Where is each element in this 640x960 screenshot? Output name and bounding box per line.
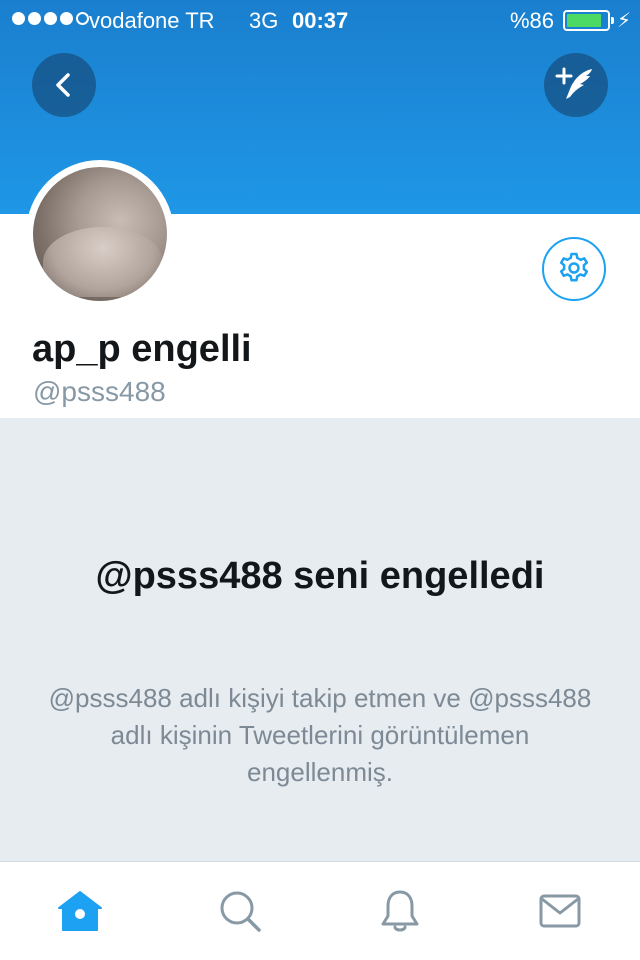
tab-home[interactable] xyxy=(55,886,105,936)
compose-tweet-button[interactable] xyxy=(544,53,608,117)
network-type: 3G xyxy=(249,8,279,33)
compose-tweet-icon xyxy=(555,67,592,99)
settings-button[interactable] xyxy=(542,237,606,301)
battery-icon xyxy=(563,10,610,31)
battery-tip xyxy=(611,17,614,24)
tab-search[interactable] xyxy=(215,886,265,936)
bell-icon xyxy=(381,890,419,932)
status-bar: vodafone TR 3G 00:37 %86 ⚡ xyxy=(0,0,640,40)
blocked-description: @psss488 adlı kişiyi takip etmen ve @pss… xyxy=(48,683,592,787)
bottom-tab-bar xyxy=(0,862,640,960)
chevron-left-icon xyxy=(56,73,70,97)
charging-icon: ⚡ xyxy=(617,10,632,32)
blocked-title: @psss488 seni engelledi xyxy=(95,555,545,597)
profile-handle: @psss488 xyxy=(33,376,166,407)
home-icon xyxy=(58,891,102,931)
signal-strength-icon xyxy=(12,12,89,25)
envelope-icon xyxy=(539,894,581,928)
carrier-name: vodafone TR xyxy=(89,8,215,33)
blocked-notice-panel: @psss488 seni engelledi @psss488 adlı ki… xyxy=(0,418,640,862)
profile-display-name: ap_p engelli xyxy=(32,328,252,370)
battery-percent: %86 xyxy=(510,8,555,33)
gear-icon xyxy=(559,252,589,282)
avatar[interactable] xyxy=(26,160,174,308)
avatar-image xyxy=(33,167,167,301)
search-icon xyxy=(220,891,261,932)
tab-notifications[interactable] xyxy=(375,886,425,936)
tab-messages[interactable] xyxy=(535,886,585,936)
back-button[interactable] xyxy=(32,53,96,117)
status-time: 00:37 xyxy=(292,8,349,33)
